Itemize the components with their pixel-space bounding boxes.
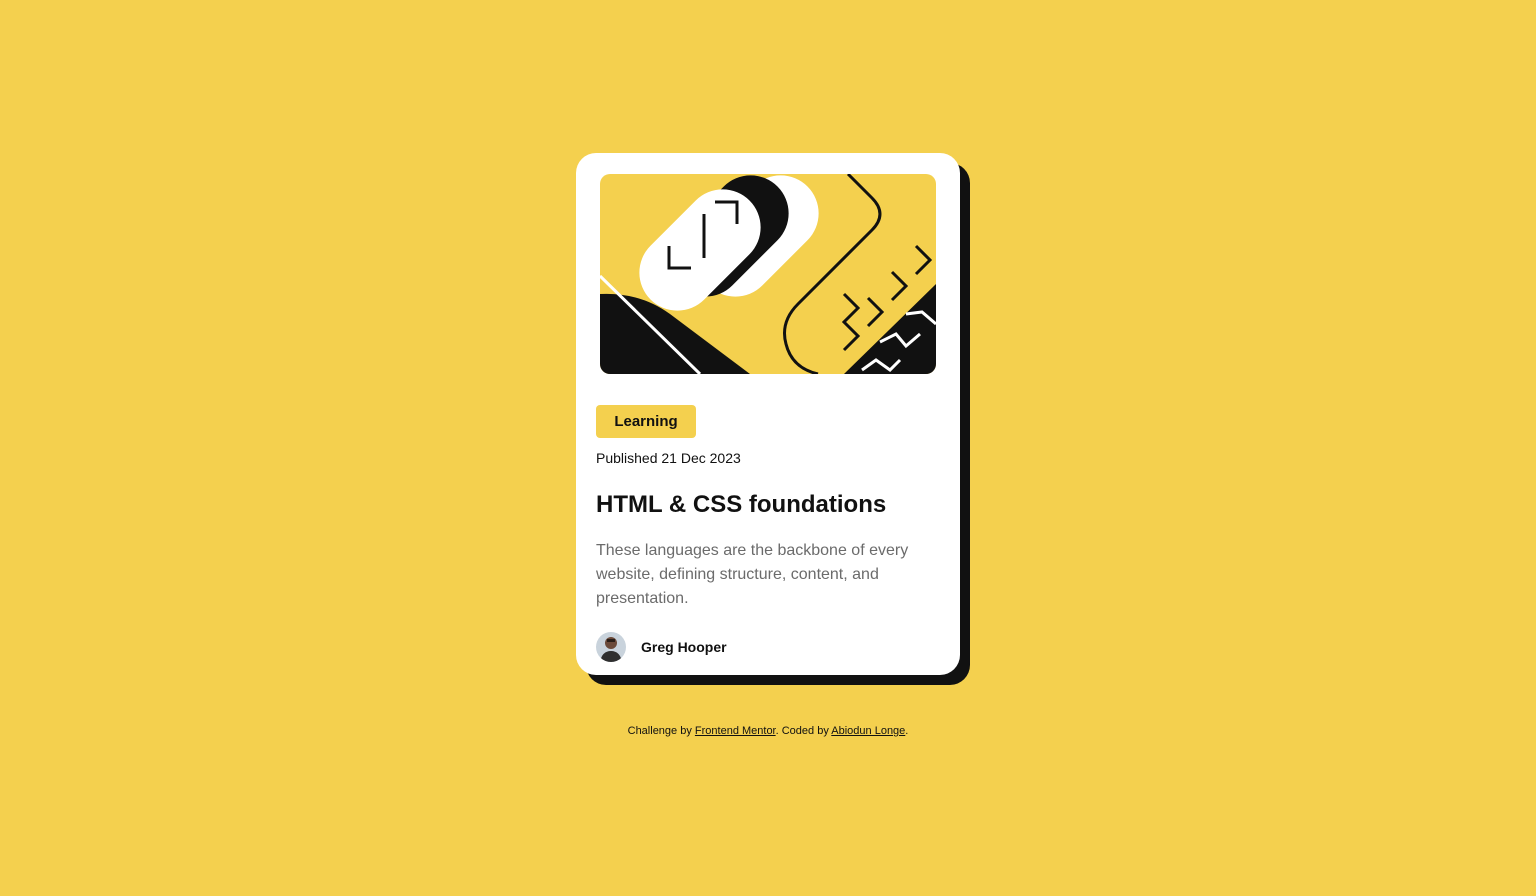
author-link[interactable]: Abiodun Longe [831,725,905,737]
attribution: Challenge by Frontend Mentor. Coded by A… [0,725,1536,737]
card-title[interactable]: HTML & CSS foundations [596,491,886,519]
author-info: Greg Hooper [596,632,727,662]
card-description: These languages are the backbone of ever… [596,542,909,607]
author-avatar-icon [596,632,626,662]
blog-preview-card: Learning Published 21 Dec 2023 HTML & CS… [576,153,960,675]
abstract-code-illustration-icon [600,174,936,374]
author-name: Greg Hooper [641,639,727,655]
attribution-middle: . Coded by [775,725,832,737]
category-tag[interactable]: Learning [596,405,696,438]
attribution-suffix: . [905,725,909,737]
illustration-image [600,174,936,374]
frontend-mentor-link[interactable]: Frontend Mentor [695,725,776,737]
published-date: Published 21 Dec 2023 [596,450,741,466]
attribution-prefix: Challenge by [627,725,695,737]
